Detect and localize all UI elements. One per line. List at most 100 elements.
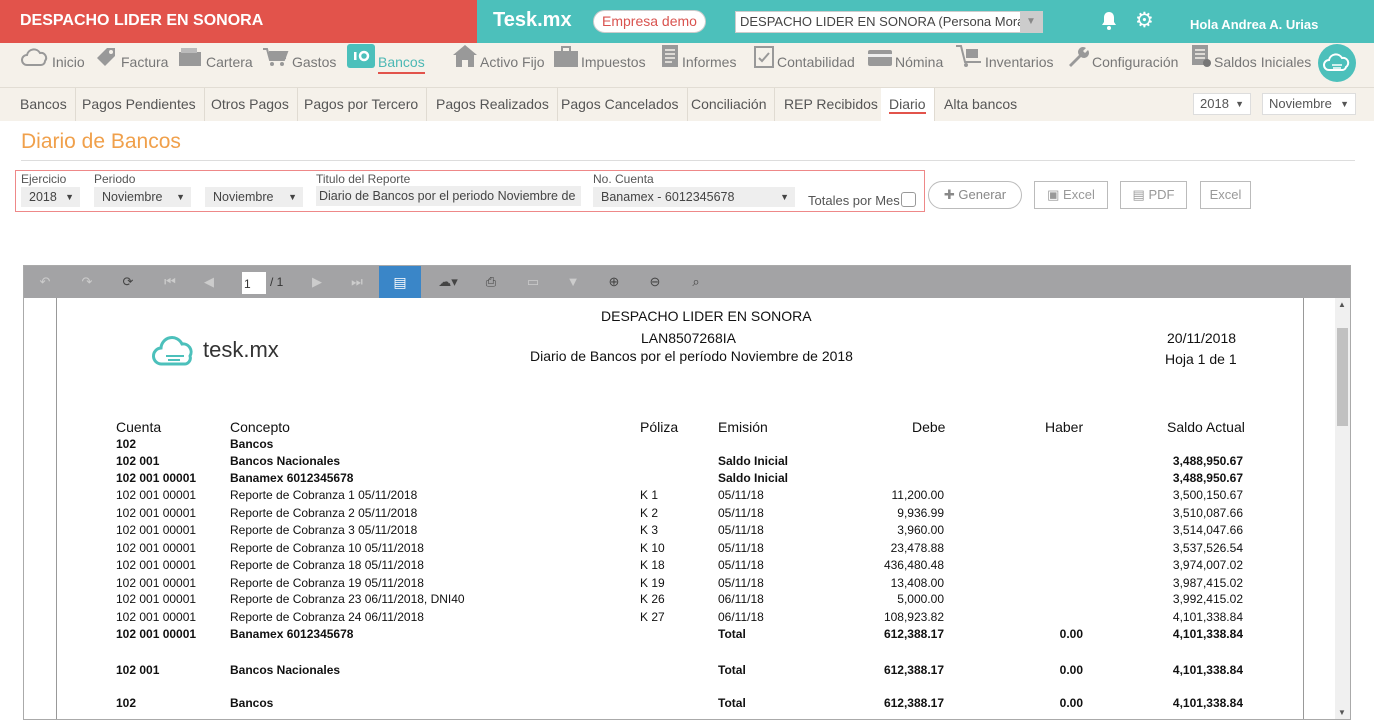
generar-button[interactable]: ✚ Generar [928,181,1022,209]
title-divider [21,160,1355,161]
cloud-menu-button[interactable] [1318,44,1356,82]
pdf-button[interactable]: ▤ PDF [1120,181,1187,209]
report-subtitle: Diario de Bancos por el período Noviembr… [530,348,853,364]
periodo-from-select[interactable]: Noviembre ▼ [94,187,191,207]
redo-icon[interactable]: ↷ [79,274,95,290]
cell-concepto: Bancos [230,696,274,710]
nav-item-saldos-iniciales[interactable]: Saldos Iniciales [1190,43,1311,87]
nav-label: Activo Fijo [480,54,545,70]
tab-rep-recibidos[interactable]: REP Recibidos [776,88,887,121]
chevron-down-icon: ▼ [288,192,297,202]
tab-pagos-pendientes[interactable]: Pagos Pendientes [74,88,205,121]
cell-poliza: K 10 [640,541,665,555]
layout-icon[interactable]: ▭ [525,274,541,290]
cell-emision: 05/11/18 [718,506,764,520]
tab-otros-pagos[interactable]: Otros Pagos [203,88,298,121]
filter-icon[interactable]: ▼ [565,274,581,289]
viewer-scrollbar[interactable]: ▲ ▼ [1335,298,1350,719]
tab-label: Pagos por Tercero [304,96,419,112]
totales-por-mes-checkbox[interactable] [901,192,916,207]
titulo-label: Titulo del Reporte [316,172,411,186]
cloud-download-icon[interactable]: ☁▾ [434,274,462,290]
nav-item-bancos[interactable]: Bancos [346,43,425,87]
tag-icon [95,44,119,82]
nav-item-impuestos[interactable]: Impuestos [553,43,646,87]
last-page-icon[interactable]: ⏭ [349,274,365,290]
cell-debe: 108,923.82 [883,610,944,624]
tab-pagos-realizados[interactable]: Pagos Realizados [428,88,558,121]
zoom-in-icon[interactable]: ⊕ [606,274,622,290]
gear-icon[interactable]: ⚙ [1135,8,1154,33]
tab-conciliacion[interactable]: Conciliación [683,88,776,121]
tab-diario[interactable]: Diario [881,88,935,121]
ejercicio-select[interactable]: 2018 ▼ [21,187,80,207]
cuenta-select[interactable]: Banamex - 6012345678 ▼ [593,187,795,207]
next-page-icon[interactable]: ▶ [309,274,325,290]
cell-cuenta: 102 001 00001 [116,541,197,555]
excel-export-button[interactable]: Excel [1200,181,1251,209]
cuenta-value: Banamex - 6012345678 [601,190,735,204]
undo-icon[interactable]: ↶ [37,274,53,290]
cell-emision: 06/11/18 [718,610,764,624]
cell-emision: 05/11/18 [718,523,764,537]
search-icon[interactable]: ⌕ [688,274,704,290]
col-haber: Haber [1045,419,1084,435]
brand-logo[interactable]: Tesk.mx [493,9,572,32]
nav-label: Cartera [206,54,253,70]
tab-alta-bancos[interactable]: Alta bancos [936,88,1025,121]
report-page-number: Hoja 1 de 1 [1165,351,1237,367]
empresa-demo-badge[interactable]: Empresa demo [593,10,706,33]
tab-pagos-por-tercero[interactable]: Pagos por Tercero [296,88,428,121]
nav-label: Contabilidad [777,54,855,70]
refresh-icon[interactable]: ⟳ [120,274,136,290]
company-select[interactable]: DESPACHO LIDER EN SONORA (Persona Moral)… [735,11,1043,33]
nav-item-configuracion[interactable]: Configuración [1066,43,1178,87]
first-page-icon[interactable]: ⏮ [162,274,178,290]
scroll-down-icon[interactable]: ▼ [1338,708,1346,717]
page-number-input[interactable]: 1 [242,272,266,294]
bank-icon [346,43,376,83]
month-select[interactable]: Noviembre ▼ [1262,93,1356,115]
nav-item-gastos[interactable]: Gastos [262,43,336,87]
scrollbar-thumb[interactable] [1337,328,1348,426]
cell-poliza: K 3 [640,523,659,537]
nav-item-nomina[interactable]: Nómina [867,43,943,87]
cell-saldo: 4,101,338.84 [1172,610,1243,624]
nav-item-contabilidad[interactable]: Contabilidad [753,43,855,87]
report-rfc: LAN8507268IA [641,330,736,346]
cell-concepto: Reporte de Cobranza 1 05/11/2018 [230,488,418,502]
generar-label: Generar [958,187,1007,202]
chevron-down-icon: ▼ [780,192,789,202]
cell-debe: 13,408.00 [890,576,944,590]
periodo-to-select[interactable]: Noviembre ▼ [205,187,303,207]
nav-item-factura[interactable]: Factura [95,43,168,87]
card-icon [867,44,893,82]
document-view-icon[interactable]: ▤ [379,266,421,298]
list-icon [1190,44,1212,82]
table-row: 102 001 00001 Banamex 6012345678 Saldo Ini… [24,471,1335,488]
cell-poliza: K 18 [640,558,665,572]
user-greeting[interactable]: Hola Andrea A. Urias [1190,17,1318,32]
zoom-out-icon[interactable]: ⊖ [647,274,663,290]
scroll-up-icon[interactable]: ▲ [1338,300,1346,309]
year-select[interactable]: 2018 ▼ [1193,93,1251,115]
cell-saldo: 3,488,950.67 [1172,471,1243,485]
nav-item-cartera[interactable]: Cartera [178,43,253,87]
tab-bancos[interactable]: Bancos [12,88,76,121]
excel-button[interactable]: ▣ Excel [1034,181,1108,209]
nav-label: Factura [121,54,169,70]
cell-concepto: Reporte de Cobranza 23 06/11/2018, DNI40 [230,592,465,606]
periodo-label: Periodo [94,172,136,186]
prev-page-icon[interactable]: ◀ [201,274,217,290]
nav-item-inicio[interactable]: Inicio [20,43,85,87]
cell-emision: 05/11/18 [718,541,764,555]
tab-pagos-cancelados[interactable]: Pagos Cancelados [553,88,688,121]
cell-concepto: Reporte de Cobranza 10 05/11/2018 [230,541,424,555]
print-icon[interactable]: ⎙ [483,274,499,290]
titulo-input[interactable]: Diario de Bancos por el periodo Noviembr… [316,186,581,206]
nav-label: Inventarios [985,54,1054,70]
nav-item-informes[interactable]: Informes [660,43,736,87]
nav-item-inventarios[interactable]: Inventarios [955,43,1053,87]
bell-icon[interactable] [1100,11,1118,36]
nav-item-activo-fijo[interactable]: Activo Fijo [452,43,545,87]
